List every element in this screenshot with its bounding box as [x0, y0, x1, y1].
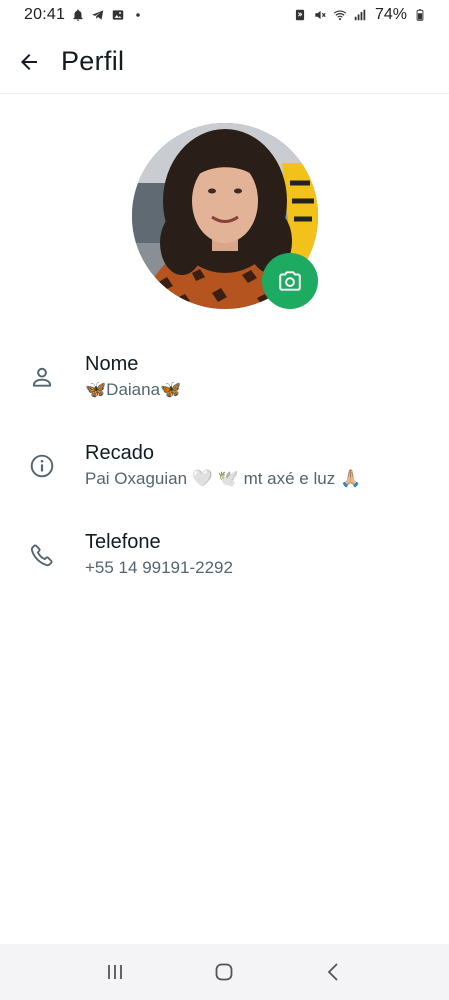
about-label: Recado: [85, 442, 154, 464]
info-icon: [28, 452, 56, 480]
phone-label: Telefone: [85, 531, 161, 553]
wifi-icon: [333, 8, 347, 22]
change-photo-button[interactable]: [262, 253, 318, 309]
status-right: 74%: [293, 6, 427, 24]
camera-icon: [279, 271, 301, 291]
dot-icon: [131, 8, 145, 22]
app-bar: Perfil: [0, 30, 449, 94]
mute-icon: [313, 8, 327, 22]
back-button[interactable]: [9, 42, 49, 82]
recent-apps-icon: [107, 965, 122, 979]
status-bar: 20:41 74%: [0, 0, 449, 30]
about-value: Pai Oxaguian 🤍 🕊️ mt axé e luz 🙏🏼: [85, 469, 362, 488]
about-row[interactable]: Recado Pai Oxaguian 🤍 🕊️ mt axé e luz 🙏🏼: [0, 441, 449, 511]
phone-text: Telefone +55 14 99191-2292: [85, 530, 233, 580]
notification-bell-icon: [71, 8, 85, 22]
system-nav-bar: [0, 944, 449, 1000]
name-value: 🦋Daiana🦋: [85, 380, 182, 399]
signal-icon: [353, 8, 367, 22]
battery-percentage: 74%: [374, 6, 407, 23]
status-time: 20:41: [24, 6, 66, 23]
recent-apps-button[interactable]: [91, 948, 139, 996]
name-text: Nome 🦋Daiana🦋: [85, 352, 181, 402]
battery-icon: [413, 8, 427, 22]
home-button[interactable]: [200, 948, 248, 996]
back-nav-icon: [327, 963, 338, 981]
page-title: Perfil: [61, 46, 125, 76]
phone-icon: [28, 541, 56, 569]
name-row[interactable]: Nome 🦋Daiana🦋: [0, 352, 449, 422]
back-nav-button[interactable]: [310, 948, 358, 996]
phone-value: +55 14 99191-2292: [85, 558, 233, 577]
profile-photo-container: [132, 123, 318, 309]
status-left: 20:41: [24, 6, 145, 24]
phone-row[interactable]: Telefone +55 14 99191-2292: [0, 530, 449, 600]
home-icon: [216, 963, 233, 981]
name-label: Nome: [85, 353, 139, 375]
gallery-icon: [111, 8, 125, 22]
telegram-icon: [91, 8, 105, 22]
nfc-icon: [293, 8, 307, 22]
arrow-left-icon: [21, 53, 37, 70]
person-icon: [28, 363, 56, 391]
about-text: Recado Pai Oxaguian 🤍 🕊️ mt axé e luz 🙏🏼: [85, 441, 361, 491]
